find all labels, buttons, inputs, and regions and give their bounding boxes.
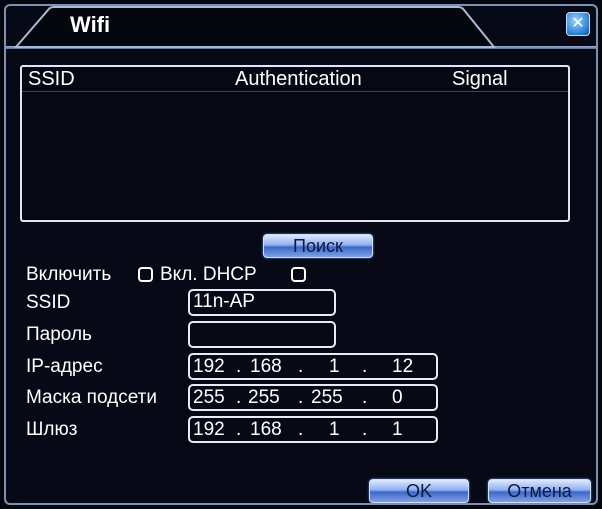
ip-octet-1[interactable]: 192	[193, 356, 225, 378]
close-icon: ✕	[571, 15, 585, 32]
mask-octet-1[interactable]: 255	[193, 387, 225, 409]
dhcp-label: Вкл. DHCP	[160, 264, 257, 285]
dhcp-checkbox[interactable]	[291, 267, 306, 282]
ip-dot: .	[298, 356, 304, 377]
column-header-ssid[interactable]: SSID	[28, 68, 75, 91]
ip-address-label: IP-адрес	[26, 356, 103, 377]
subnet-mask-label: Маска подсети	[26, 387, 157, 408]
close-button[interactable]: ✕	[566, 12, 590, 36]
ip-address-field[interactable]: 192 . 168 . 1 . 12	[188, 353, 438, 380]
ssid-label: SSID	[26, 292, 71, 313]
wifi-network-list[interactable]: SSID Authentication Signal	[20, 65, 570, 222]
column-header-signal[interactable]: Signal	[452, 68, 508, 91]
password-label: Пароль	[26, 324, 92, 345]
password-field[interactable]	[188, 321, 336, 348]
ok-button[interactable]: OK	[369, 479, 469, 503]
cancel-button[interactable]: Отмена	[488, 479, 591, 503]
enable-checkbox[interactable]	[138, 267, 153, 282]
gateway-octet-2[interactable]: 168	[250, 419, 282, 441]
wifi-dialog: Wifi ✕ SSID Authentication Signal Поиск …	[4, 4, 598, 505]
window-title: Wifi	[70, 12, 111, 37]
gateway-dot: .	[362, 419, 368, 440]
mask-octet-4[interactable]: 0	[392, 387, 403, 409]
gateway-octet-1[interactable]: 192	[193, 419, 225, 441]
gateway-field[interactable]: 192 . 168 . 1 . 1	[188, 416, 438, 443]
enable-label: Включить	[26, 264, 112, 285]
mask-dot: .	[362, 387, 368, 408]
gateway-dot: .	[298, 419, 304, 440]
subnet-mask-field[interactable]: 255 . 255 . 255 . 0	[188, 384, 438, 411]
gateway-octet-3[interactable]: 1	[329, 419, 340, 441]
mask-dot: .	[236, 387, 242, 408]
gateway-dot: .	[236, 419, 242, 440]
list-header: SSID Authentication Signal	[22, 67, 568, 92]
ip-octet-2[interactable]: 168	[250, 356, 282, 378]
ip-octet-3[interactable]: 1	[329, 356, 340, 378]
title-tab: Wifi	[12, 6, 496, 48]
gateway-label: Шлюз	[26, 419, 78, 440]
ip-dot: .	[236, 356, 242, 377]
ip-dot: .	[362, 356, 368, 377]
ip-octet-4[interactable]: 12	[392, 356, 413, 378]
mask-octet-3[interactable]: 255	[311, 387, 343, 409]
mask-octet-2[interactable]: 255	[248, 387, 280, 409]
gateway-octet-4[interactable]: 1	[392, 419, 403, 441]
search-button[interactable]: Поиск	[263, 234, 373, 258]
column-header-authentication[interactable]: Authentication	[235, 68, 362, 91]
ssid-field[interactable]: 11n-AP	[188, 289, 336, 316]
mask-dot: .	[298, 387, 304, 408]
